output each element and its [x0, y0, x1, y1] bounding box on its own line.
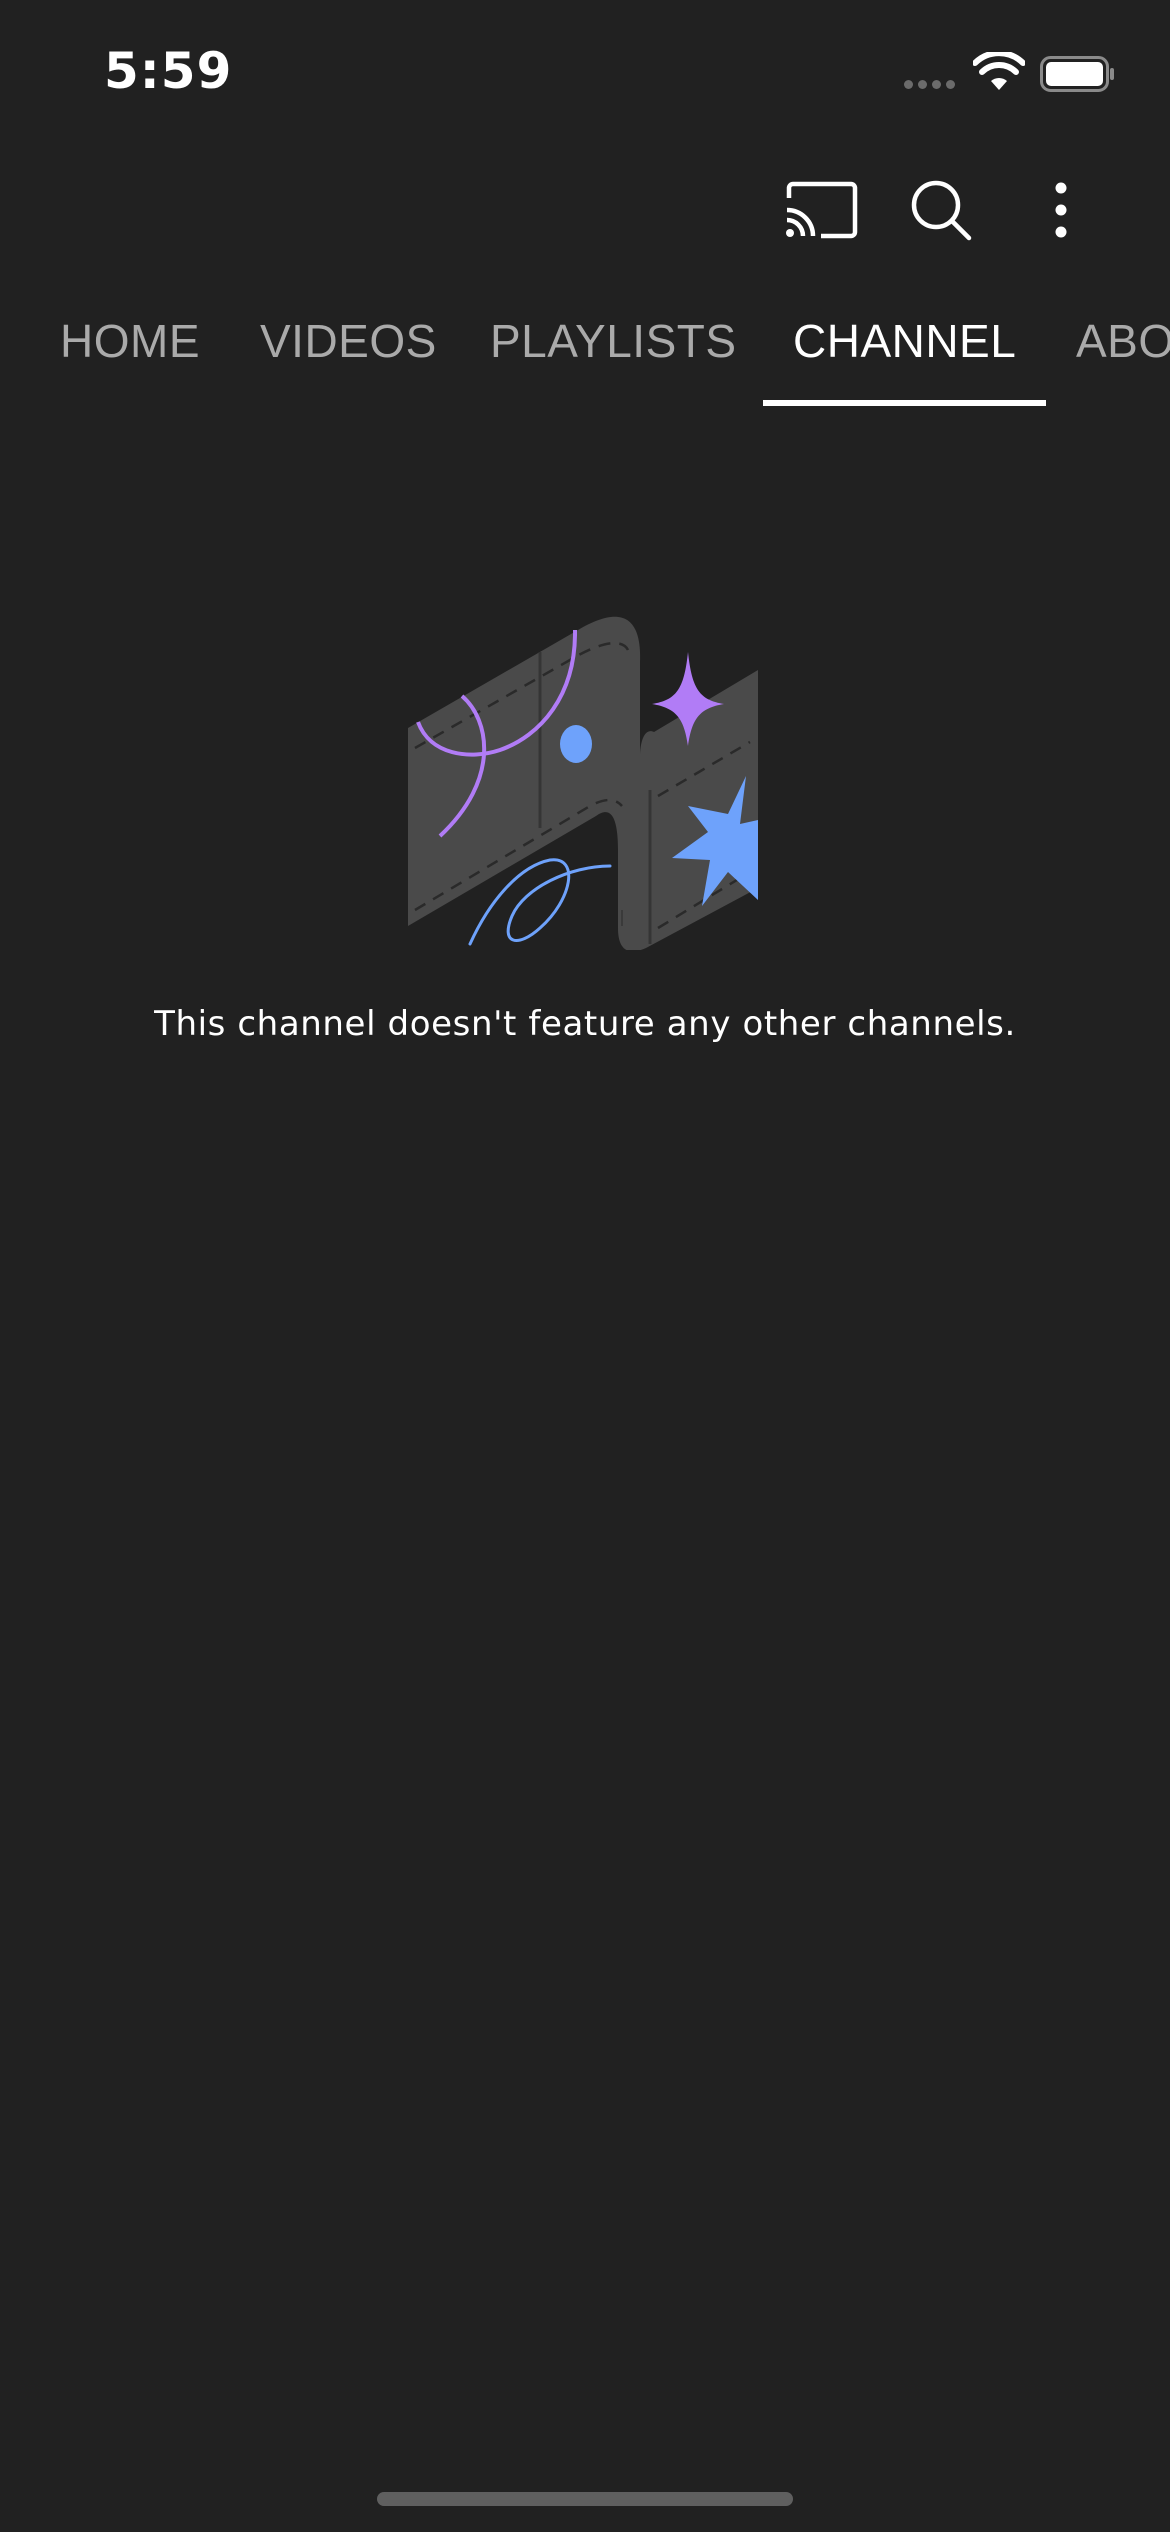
battery-icon	[1040, 56, 1114, 92]
search-icon	[911, 180, 972, 241]
channel-tabs: HOME VIDEOS PLAYLISTS CHANNEL ABO	[0, 290, 1170, 408]
active-tab-indicator	[763, 400, 1046, 406]
tab-about[interactable]: ABO	[1076, 290, 1170, 408]
wifi-icon	[973, 52, 1025, 90]
tab-home[interactable]: HOME	[60, 290, 200, 408]
cast-button[interactable]	[771, 160, 871, 260]
more-options-button[interactable]	[1011, 160, 1111, 260]
cast-icon	[786, 181, 858, 239]
more-vertical-icon	[1055, 182, 1067, 238]
status-bar: 5:59	[0, 0, 1170, 150]
home-indicator[interactable]	[377, 2492, 793, 2506]
tab-channel[interactable]: CHANNEL	[793, 290, 1016, 408]
cellular-signal-icon	[904, 80, 955, 89]
status-time: 5:59	[104, 42, 233, 100]
top-toolbar	[0, 160, 1170, 260]
search-button[interactable]	[891, 160, 991, 260]
empty-channels-illustration	[408, 616, 758, 950]
empty-state-message: This channel doesn't feature any other c…	[154, 1004, 1016, 1044]
tab-videos[interactable]: VIDEOS	[260, 290, 437, 408]
tab-playlists[interactable]: PLAYLISTS	[490, 290, 737, 408]
